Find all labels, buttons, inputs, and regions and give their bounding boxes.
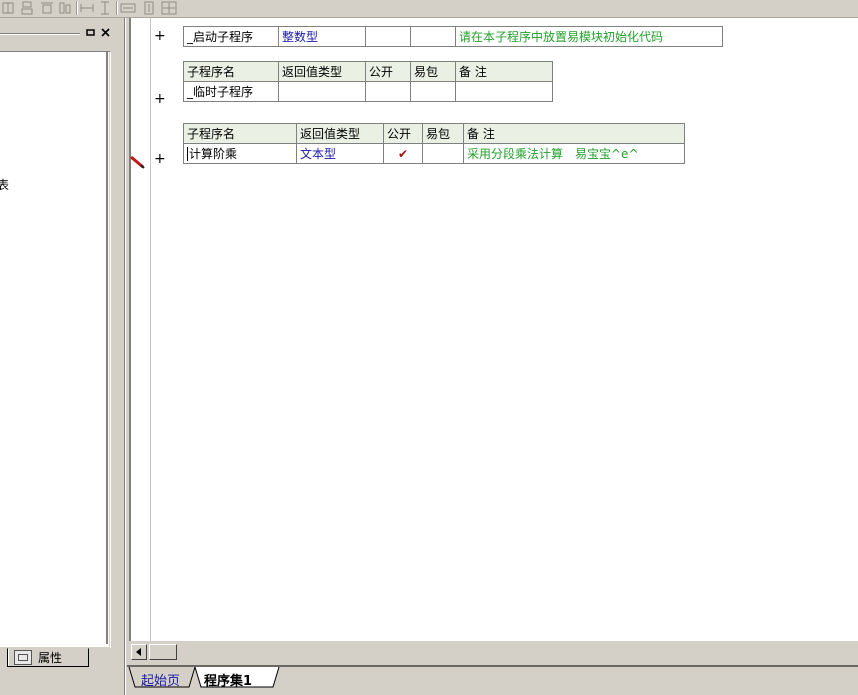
- table-row: 计算阶乘 文本型 ✔ 采用分段乘法计算 易宝宝^e^: [183, 143, 685, 164]
- public-flag[interactable]: [365, 26, 411, 47]
- table-row: _临时子程序: [183, 81, 553, 102]
- routine-note[interactable]: 采用分段乘法计算 易宝宝^e^: [463, 143, 685, 164]
- tab-start-page[interactable]: 起始页: [141, 670, 180, 689]
- scroll-track[interactable]: [179, 644, 858, 660]
- ebao-flag[interactable]: [410, 81, 456, 102]
- editor-gutter: [131, 18, 151, 641]
- vertical-spacing-icon[interactable]: [142, 0, 156, 15]
- return-type[interactable]: 文本型: [296, 143, 384, 164]
- horizontal-scrollbar[interactable]: [129, 643, 858, 661]
- tree-item-label[interactable]: 表: [0, 176, 9, 193]
- text-caret: [187, 147, 188, 161]
- align-vertical-icon[interactable]: [58, 0, 72, 15]
- col-header: 易包: [422, 123, 464, 144]
- routine-name: 计算阶乘: [189, 146, 238, 161]
- document-tabs: 起始页 程序集1: [127, 665, 858, 695]
- tab-program-set[interactable]: 程序集1: [204, 670, 252, 689]
- table-row: _启动子程序 整数型 请在本子程序中放置易模块初始化代码: [183, 26, 723, 47]
- tab-properties-label: 属性: [38, 651, 63, 665]
- col-header: 公开: [383, 123, 423, 144]
- expand-icon[interactable]: +: [154, 28, 166, 44]
- equal-width-icon[interactable]: [80, 0, 94, 15]
- routine-name[interactable]: _临时子程序: [183, 81, 279, 102]
- align-left-icon[interactable]: [1, 0, 15, 15]
- routine-table: 子程序名 返回值类型 公开 易包 备 注 计算阶乘 文本型 ✔ 采用分段乘法计算…: [183, 123, 685, 164]
- center-both-icon[interactable]: [161, 0, 177, 15]
- ebao-flag[interactable]: [410, 26, 456, 47]
- col-header: 返回值类型: [296, 123, 384, 144]
- public-checkmark[interactable]: ✔: [383, 143, 423, 164]
- col-header: 备 注: [455, 61, 553, 82]
- table-header-row: 子程序名 返回值类型 公开 易包 备 注: [183, 123, 685, 144]
- routine-name[interactable]: _启动子程序: [183, 26, 279, 47]
- align-center-icon[interactable]: [20, 0, 34, 15]
- toolbar: [0, 0, 858, 18]
- restore-icon[interactable]: [85, 27, 96, 38]
- close-icon[interactable]: [100, 27, 111, 38]
- scroll-thumb[interactable]: [149, 644, 177, 660]
- routine-table: _启动子程序 整数型 请在本子程序中放置易模块初始化代码: [183, 26, 723, 47]
- col-header: 子程序名: [183, 61, 279, 82]
- expand-icon[interactable]: +: [154, 151, 166, 167]
- pencil-icon: [129, 153, 145, 172]
- splitter[interactable]: [120, 18, 127, 695]
- horizontal-spacing-icon[interactable]: [120, 0, 136, 15]
- equal-height-icon[interactable]: [98, 0, 112, 15]
- expand-icon[interactable]: +: [154, 91, 166, 107]
- code-editor[interactable]: + _启动子程序 整数型 请在本子程序中放置易模块初始化代码 子程序名 返回值类…: [129, 18, 858, 641]
- col-header: 子程序名: [183, 123, 297, 144]
- tree-view[interactable]: 表: [0, 52, 108, 644]
- panel-content: 表: [0, 51, 111, 648]
- col-header: 易包: [410, 61, 456, 82]
- routine-name-cell[interactable]: 计算阶乘: [183, 143, 297, 164]
- ebao-flag[interactable]: [422, 143, 464, 164]
- return-type[interactable]: [278, 81, 366, 102]
- public-flag[interactable]: [365, 81, 411, 102]
- col-header: 返回值类型: [278, 61, 366, 82]
- properties-icon: [14, 650, 32, 665]
- col-header: 公开: [365, 61, 411, 82]
- table-header-row: 子程序名 返回值类型 公开 易包 备 注: [183, 61, 553, 82]
- routine-table: 子程序名 返回值类型 公开 易包 备 注 _临时子程序: [183, 61, 553, 102]
- tab-properties[interactable]: 属性: [7, 648, 89, 667]
- align-top-icon[interactable]: [40, 0, 54, 15]
- col-header: 备 注: [463, 123, 685, 144]
- routine-note[interactable]: [455, 81, 553, 102]
- left-panel-tabs: 属性: [0, 648, 120, 676]
- routine-note[interactable]: 请在本子程序中放置易模块初始化代码: [455, 26, 723, 47]
- panel-titlebar: [0, 26, 118, 40]
- return-type[interactable]: 整数型: [278, 26, 366, 47]
- scroll-left-icon[interactable]: [131, 644, 147, 660]
- left-panel: 表: [0, 18, 120, 666]
